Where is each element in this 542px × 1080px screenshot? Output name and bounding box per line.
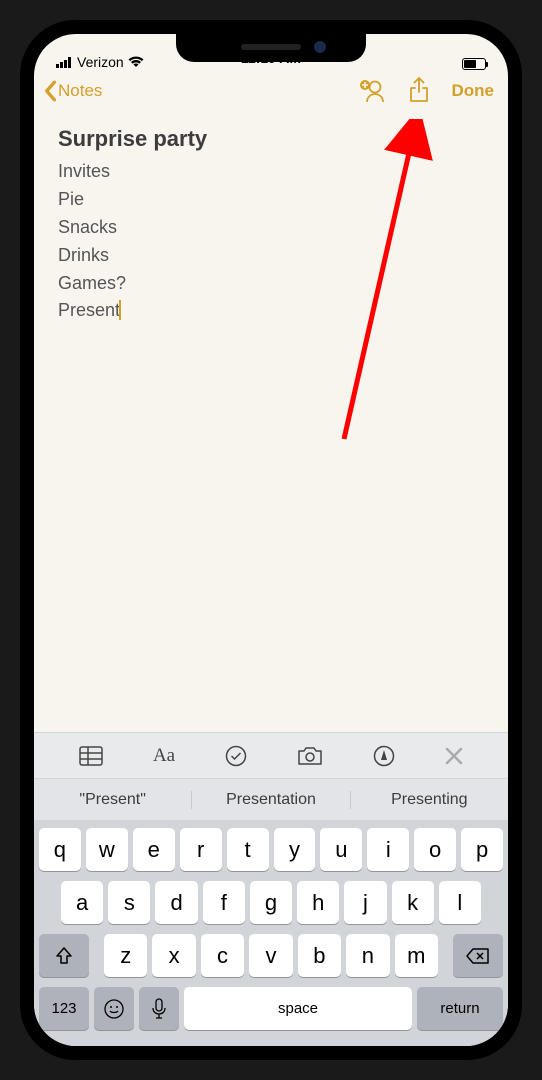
key-l[interactable]: l [439,881,481,924]
side-button-mute [0,170,1,200]
key-y[interactable]: y [274,828,316,871]
note-line: Snacks [58,214,484,242]
key-f[interactable]: f [203,881,245,924]
key-b[interactable]: b [298,934,341,977]
key-z[interactable]: z [104,934,147,977]
keyboard: q w e r t y u i o p a s d f g h [34,820,508,1046]
back-label: Notes [58,81,102,101]
text-format-button[interactable]: Aa [153,745,175,767]
note-title: Surprise party [58,126,484,152]
key-shift[interactable] [39,934,89,977]
speaker-grille [241,44,301,50]
cellular-signal-icon [56,57,73,68]
camera-button[interactable] [297,746,323,766]
key-x[interactable]: x [152,934,195,977]
key-i[interactable]: i [367,828,409,871]
key-e[interactable]: e [133,828,175,871]
close-keyboard-button[interactable] [445,747,463,765]
backspace-icon [466,947,490,965]
text-cursor [119,300,121,320]
side-button-vol-up [0,230,1,290]
key-h[interactable]: h [297,881,339,924]
share-button[interactable] [408,77,430,105]
note-line: Pie [58,186,484,214]
emoji-icon [103,998,125,1020]
pen-circle-icon [373,745,395,767]
shift-icon [54,946,74,966]
notch [176,34,366,62]
key-c[interactable]: c [201,934,244,977]
table-icon [79,746,103,766]
key-a[interactable]: a [61,881,103,924]
key-j[interactable]: j [344,881,386,924]
key-s[interactable]: s [108,881,150,924]
key-m[interactable]: m [395,934,438,977]
side-button-vol-down [0,305,1,365]
key-return[interactable]: return [417,987,503,1030]
note-line: Present [58,297,484,325]
person-plus-icon [358,79,386,103]
key-v[interactable]: v [249,934,292,977]
key-p[interactable]: p [461,828,503,871]
nav-bar: Notes Done [34,70,508,112]
key-u[interactable]: u [320,828,362,871]
suggestion[interactable]: Presentation [192,791,350,809]
suggestion[interactable]: Presenting [351,791,508,809]
key-numbers[interactable]: 123 [39,987,89,1030]
text-format-icon: Aa [153,745,175,767]
wifi-icon [128,56,144,68]
key-backspace[interactable] [453,934,503,977]
note-line: Drinks [58,242,484,270]
keyboard-toolbar: Aa [34,732,508,778]
markup-button[interactable] [373,745,395,767]
done-button[interactable]: Done [452,81,495,101]
share-icon [408,77,430,105]
close-icon [445,747,463,765]
front-camera [314,41,326,53]
key-emoji[interactable] [94,987,134,1030]
chevron-left-icon [42,80,58,102]
key-space[interactable]: space [184,987,412,1030]
checkmark-circle-icon [225,745,247,767]
key-w[interactable]: w [86,828,128,871]
note-editor[interactable]: Surprise party Invites Pie Snacks Drinks… [34,112,508,732]
microphone-icon [152,998,166,1020]
key-t[interactable]: t [227,828,269,871]
note-line: Games? [58,270,484,298]
predictive-bar: "Present" Presentation Presenting [34,778,508,820]
note-line: Invites [58,158,484,186]
add-collaborator-button[interactable] [358,79,386,103]
phone-frame: Verizon 11:19 AM Notes [0,0,542,1080]
carrier-label: Verizon [77,54,124,70]
camera-icon [297,746,323,766]
key-k[interactable]: k [392,881,434,924]
suggestion[interactable]: "Present" [34,791,192,809]
key-g[interactable]: g [250,881,292,924]
key-q[interactable]: q [39,828,81,871]
battery-icon [462,58,486,70]
key-dictation[interactable] [139,987,179,1030]
key-r[interactable]: r [180,828,222,871]
table-button[interactable] [79,746,103,766]
checklist-button[interactable] [225,745,247,767]
key-n[interactable]: n [346,934,389,977]
back-button[interactable]: Notes [42,80,102,102]
key-d[interactable]: d [155,881,197,924]
key-o[interactable]: o [414,828,456,871]
